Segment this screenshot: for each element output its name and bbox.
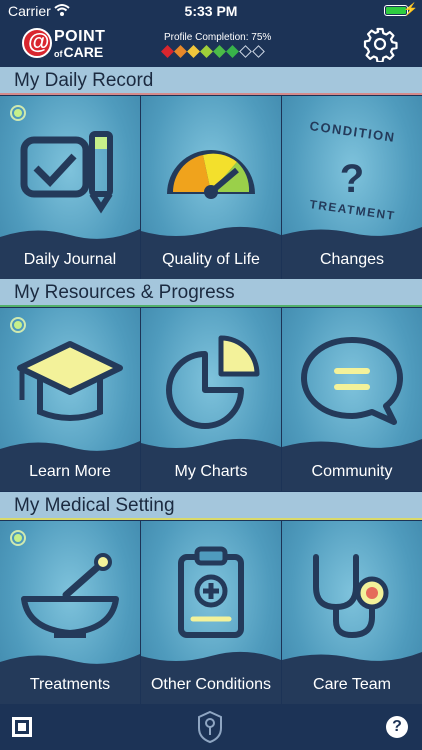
qr-code-icon[interactable] bbox=[12, 717, 32, 737]
pie-chart-icon bbox=[166, 335, 260, 429]
tile-wave bbox=[0, 229, 140, 279]
tile-label: Care Team bbox=[313, 676, 391, 693]
clock: 5:33 PM bbox=[184, 3, 238, 19]
tile-my-charts[interactable]: My Charts bbox=[141, 308, 281, 491]
tile-wave bbox=[282, 227, 422, 279]
progress-diamond bbox=[200, 45, 213, 58]
tile-quality-of-life[interactable]: Quality of Life bbox=[141, 96, 281, 279]
condition-text: CONDITION bbox=[309, 118, 397, 145]
tile-wave bbox=[141, 226, 281, 279]
tile-care-team[interactable]: Care Team bbox=[282, 521, 422, 704]
tile-label: Treatments bbox=[29, 676, 111, 693]
progress-diamond bbox=[226, 45, 239, 58]
tiles-row-daily-record: Daily Journal Quality of Life CONDITION … bbox=[0, 96, 422, 279]
tiles-row-medical: Treatments Other Conditions Care Team bbox=[0, 521, 422, 704]
tile-label: Quality of Life bbox=[162, 251, 260, 268]
logo-text-care-word: CARE bbox=[63, 44, 104, 60]
tile-label: Community bbox=[311, 463, 393, 480]
tile-wave bbox=[282, 652, 422, 704]
status-bar: Carrier 5:33 PM ⚡ bbox=[0, 0, 422, 22]
tiles-row-resources: Learn More My Charts Community bbox=[0, 308, 422, 491]
graduation-cap-icon bbox=[17, 341, 123, 421]
tile-wave bbox=[141, 651, 281, 704]
tile-wave bbox=[0, 654, 140, 704]
progress-diamond bbox=[174, 45, 187, 58]
tile-label: Other Conditions bbox=[150, 676, 272, 693]
tile-daily-journal[interactable]: Daily Journal bbox=[0, 96, 140, 279]
app-header: POINT ofCARE Profile Completion: 75% bbox=[0, 22, 422, 68]
shield-badge-icon[interactable] bbox=[197, 710, 223, 744]
profile-completion-label: Profile Completion: 75% bbox=[164, 32, 272, 43]
tile-community[interactable]: Community bbox=[282, 308, 422, 491]
tile-changes[interactable]: CONDITION ? TREATMENT Changes bbox=[282, 96, 422, 279]
progress-diamond bbox=[187, 45, 200, 58]
app-footer: ? bbox=[0, 704, 422, 750]
progress-diamond bbox=[252, 45, 265, 58]
help-button[interactable]: ? bbox=[386, 716, 408, 738]
clipboard-medical-icon bbox=[178, 546, 244, 638]
tile-other-conditions[interactable]: Other Conditions bbox=[141, 521, 281, 704]
profile-progress-diamonds bbox=[161, 45, 265, 58]
progress-diamond bbox=[213, 45, 226, 58]
stethoscope-icon bbox=[313, 554, 389, 639]
section-my-medical-setting: My Medical Setting bbox=[0, 492, 422, 520]
tile-label: My Charts bbox=[174, 463, 248, 480]
charging-icon: ⚡ bbox=[403, 2, 418, 16]
gauge-icon bbox=[167, 150, 255, 199]
progress-diamond bbox=[161, 45, 174, 58]
tile-wave bbox=[141, 438, 281, 491]
mortar-pestle-icon bbox=[21, 553, 119, 638]
logo-text-of: of bbox=[54, 49, 63, 59]
progress-diamond bbox=[239, 45, 252, 58]
tile-label: Changes bbox=[319, 251, 385, 268]
tile-learn-more[interactable]: Learn More bbox=[0, 308, 140, 491]
logo-text-care: ofCARE bbox=[54, 44, 103, 60]
tile-wave bbox=[0, 441, 140, 491]
checkbox-pencil-icon bbox=[20, 131, 113, 214]
tile-label: Daily Journal bbox=[23, 251, 117, 268]
tile-wave bbox=[282, 439, 422, 491]
settings-gear-icon[interactable] bbox=[362, 26, 398, 62]
section-my-daily-record: My Daily Record bbox=[0, 67, 422, 95]
tile-label: Learn More bbox=[29, 463, 111, 480]
question-condition-treatment-icon: CONDITION ? TREATMENT bbox=[309, 118, 397, 223]
section-my-resources-progress: My Resources & Progress bbox=[0, 279, 422, 307]
svg-text:?: ? bbox=[340, 157, 364, 201]
point-of-care-logo bbox=[22, 28, 52, 58]
speech-bubble-icon bbox=[301, 337, 403, 425]
tile-treatments[interactable]: Treatments bbox=[0, 521, 140, 704]
